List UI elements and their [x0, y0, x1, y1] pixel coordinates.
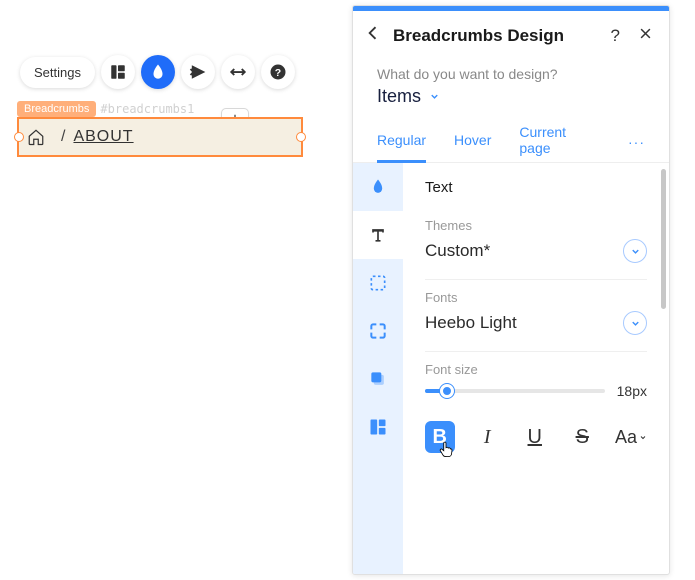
design-target-label: Items — [377, 86, 421, 107]
underline-button[interactable]: U — [520, 421, 550, 453]
help-icon-button[interactable]: ? — [261, 55, 295, 89]
side-tab-shadow[interactable] — [353, 355, 403, 403]
breadcrumbs-element[interactable]: / ABOUT — [17, 117, 303, 157]
fontsize-value: 18px — [617, 383, 647, 399]
section-title-text: Text — [425, 179, 647, 196]
case-button[interactable]: Aa — [615, 421, 647, 453]
italic-button[interactable]: I — [473, 421, 503, 453]
svg-text:?: ? — [275, 67, 281, 79]
element-tag: Breadcrumbs — [17, 101, 96, 117]
back-button[interactable] — [363, 23, 383, 48]
design-icon-button[interactable] — [141, 55, 175, 89]
tab-regular[interactable]: Regular — [377, 121, 426, 163]
themes-value: Custom* — [425, 241, 490, 261]
design-question: What do you want to design? — [353, 62, 669, 82]
fonts-value: Heebo Light — [425, 313, 517, 333]
themes-label: Themes — [425, 218, 647, 233]
side-tab-border[interactable] — [353, 259, 403, 307]
settings-button[interactable]: Settings — [20, 57, 95, 88]
side-tabs — [353, 163, 403, 574]
breadcrumb-separator: / — [61, 128, 65, 146]
side-tab-fill[interactable] — [353, 163, 403, 211]
animation-icon-button[interactable] — [181, 55, 215, 89]
fonts-label: Fonts — [425, 290, 647, 305]
stretch-icon-button[interactable] — [221, 55, 255, 89]
layout-icon-button[interactable] — [101, 55, 135, 89]
design-panel: Breadcrumbs Design ? What do you want to… — [352, 5, 670, 575]
panel-help-button[interactable]: ? — [611, 26, 620, 46]
tab-more[interactable]: ··· — [628, 134, 645, 150]
fonts-expand-button[interactable] — [623, 311, 647, 335]
themes-expand-button[interactable] — [623, 239, 647, 263]
fontsize-slider[interactable] — [425, 384, 605, 398]
tab-hover[interactable]: Hover — [454, 121, 491, 163]
scrollbar[interactable] — [661, 169, 666, 309]
side-tab-spacing[interactable] — [353, 403, 403, 451]
panel-title: Breadcrumbs Design — [393, 26, 601, 46]
side-tab-text[interactable] — [353, 211, 403, 259]
breadcrumb-current: ABOUT — [73, 128, 133, 146]
tab-current-page[interactable]: Current page — [519, 121, 600, 163]
element-id: #breadcrumbs1 — [100, 102, 194, 116]
fontsize-label: Font size — [425, 362, 647, 377]
home-icon — [27, 128, 45, 146]
side-tab-corners[interactable] — [353, 307, 403, 355]
bold-button[interactable]: B — [425, 421, 455, 453]
design-target-dropdown[interactable]: Items — [353, 82, 669, 121]
strike-button[interactable]: S — [568, 421, 598, 453]
close-button[interactable] — [638, 26, 653, 46]
